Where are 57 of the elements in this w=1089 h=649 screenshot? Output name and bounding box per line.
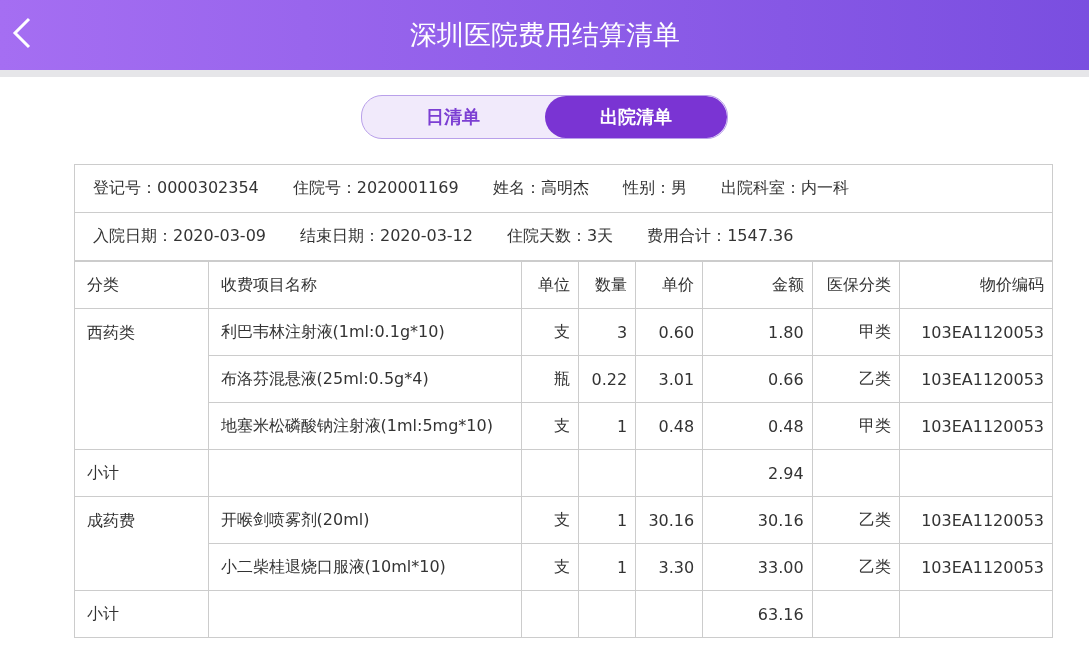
table-cell: 乙类	[812, 543, 900, 591]
info-field: 姓名：高明杰	[492, 178, 589, 199]
table-cell: 3.01	[635, 355, 703, 403]
page-title: 深圳医院费用结算清单	[409, 18, 680, 52]
table-cell: 乙类	[812, 355, 900, 403]
info-field: 入院日期：2020-03-09	[93, 226, 266, 247]
info-field: 结束日期：2020-03-12	[300, 226, 473, 247]
info-field: 费用合计：1547.36	[647, 226, 794, 247]
column-header: 单价	[635, 261, 703, 309]
table-cell: 布洛芬混悬液(25ml:0.5g*4)	[208, 355, 522, 403]
table-cell: 地塞米松磷酸钠注射液(1ml:5mg*10)	[208, 402, 522, 450]
column-header: 收费项目名称	[208, 261, 522, 309]
subtotal-cell: 2.94	[702, 449, 813, 497]
table-cell: 开喉剑喷雾剂(20ml)	[208, 496, 522, 544]
table-cell: 甲类	[812, 308, 900, 356]
category-cell: 西药类	[75, 308, 209, 450]
column-header: 数量	[578, 261, 636, 309]
info-field: 住院天数：3天	[506, 226, 614, 247]
info-field: 出院科室：内一科	[720, 178, 849, 199]
subtotal-cell: 63.16	[702, 590, 813, 638]
table-cell: 3	[578, 308, 636, 356]
info-field: 住院号：2020001169	[292, 178, 459, 199]
table-cell: 甲类	[812, 402, 900, 450]
column-header: 物价编码	[899, 261, 1052, 309]
list-tab[interactable]: 日清单	[362, 96, 545, 138]
table-cell: 0.22	[578, 355, 636, 403]
category-cell: 成药费	[75, 496, 209, 591]
table-cell: 瓶	[521, 355, 579, 403]
subtotal-label: 小计	[75, 590, 209, 638]
table-cell: 1.80	[702, 308, 813, 356]
table-cell: 支	[521, 402, 579, 450]
table-cell: 支	[521, 496, 579, 544]
table-cell: 1	[578, 496, 636, 544]
table-cell: 1	[578, 402, 636, 450]
table-cell: 0.48	[702, 402, 813, 450]
table-cell: 0.48	[635, 402, 703, 450]
table-cell: 1	[578, 543, 636, 591]
table-cell: 0.66	[702, 355, 813, 403]
table-cell: 33.00	[702, 543, 813, 591]
column-header: 金额	[702, 261, 813, 309]
info-field: 登记号：0000302354	[93, 178, 259, 199]
table-cell: 支	[521, 543, 579, 591]
column-header: 医保分类	[812, 261, 900, 309]
subtotal-label: 小计	[75, 449, 209, 497]
list-tab[interactable]: 出院清单	[544, 96, 727, 138]
table-cell: 利巴韦林注射液(1ml:0.1g*10)	[208, 308, 522, 356]
table-cell: 小二柴桂退烧口服液(10ml*10)	[208, 543, 522, 591]
info-field: 性别：男	[622, 178, 687, 199]
column-header: 分类	[75, 261, 209, 309]
table-cell: 30.16	[702, 496, 813, 544]
table-cell: 乙类	[812, 496, 900, 544]
back-icon[interactable]	[12, 17, 32, 49]
column-header: 单位	[521, 261, 579, 309]
table-cell: 30.16	[635, 496, 703, 544]
table-cell: 0.60	[635, 308, 703, 356]
table-cell: 3.30	[635, 543, 703, 591]
table-cell: 支	[521, 308, 579, 356]
